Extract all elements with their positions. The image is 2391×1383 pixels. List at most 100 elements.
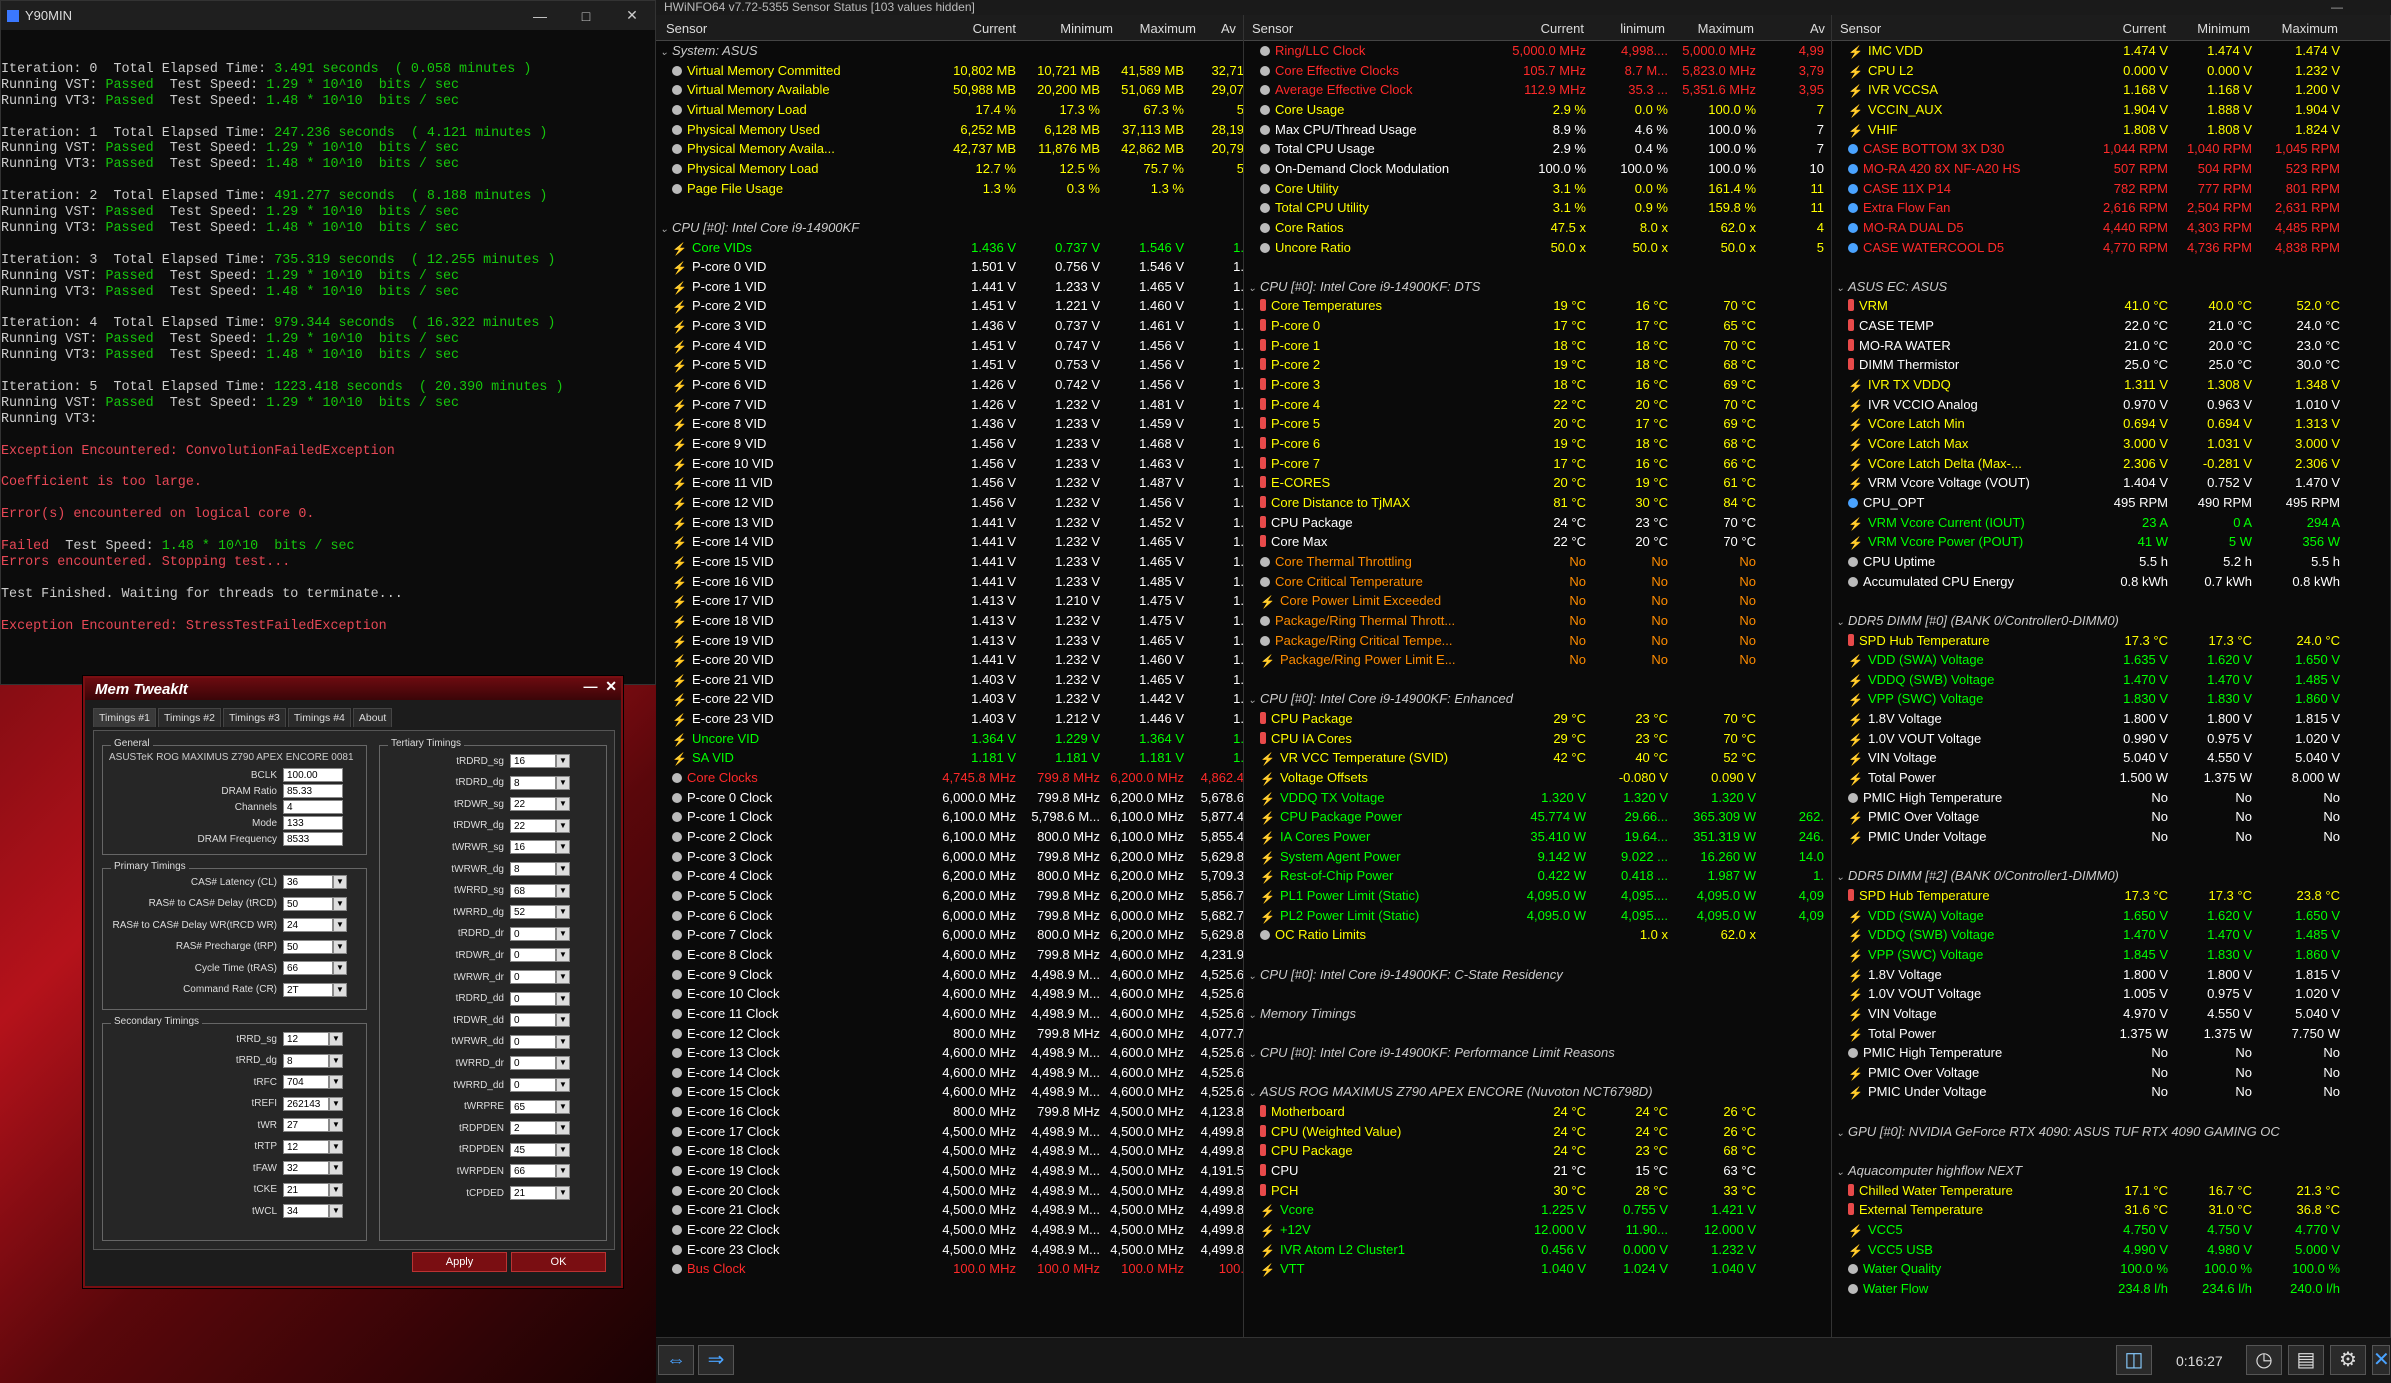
sensor-row[interactable]: SPD Hub Temperature 17.3 °C 17.3 °C 23.8 °C [1832,886,2390,906]
sensor-row[interactable]: ⚡ VCC5 4.750 V 4.750 V 4.770 V [1832,1220,2390,1240]
sensor-row[interactable]: P-core 7 Clock 6,000.0 MHz 800.0 MHz 6,200.… [656,925,1243,945]
dropdown-arrow-icon[interactable]: ▼ [556,1186,570,1200]
sensor-row[interactable]: Core Critical Temperature No No No [1244,572,1831,592]
dropdown-arrow-icon[interactable]: ▼ [556,1013,570,1028]
tab-about[interactable]: About [352,708,393,727]
minimize-icon[interactable]: — [517,8,563,24]
sensor-row[interactable]: Virtual Memory Committed 10,802 MB 10,721 … [656,61,1243,81]
timing-value-field[interactable]: 12 [283,1032,329,1046]
timing-value-field[interactable]: 8 [510,862,556,876]
report-icon[interactable]: ▤ [2288,1345,2324,1375]
sensor-row[interactable]: E-core 13 Clock 4,600.0 MHz 4,498.9 M... 4,… [656,1043,1243,1063]
sensor-row[interactable]: E-core 15 Clock 4,600.0 MHz 4,498.9 M... 4,… [656,1082,1243,1102]
expand-icon[interactable]: ⌄ [1836,1124,1848,1144]
sensor-group-header[interactable]: ⌄ GPU [#0]: NVIDIA GeForce RTX 4090: ASUS… [1832,1122,2390,1142]
sensor-row[interactable]: Total CPU Utility 3.1 % 0.9 % 159.8 % 11 [1244,198,1831,218]
sensor-row[interactable]: SPD Hub Temperature 17.3 °C 17.3 °C 24.0 °C [1832,631,2390,651]
sensor-row[interactable]: ⚡ E-core 16 VID 1.441 V 1.233 V 1.485 V 1. [656,572,1243,592]
expand-icon[interactable]: ⌄ [1248,1045,1260,1065]
sensor-row[interactable]: Accumulated CPU Energy 0.8 kWh 0.7 kWh 0.8 … [1832,572,2390,592]
sensor-row[interactable]: Physical Memory Load 12.7 % 12.5 % 75.7 % 5 [656,159,1243,179]
sensor-row[interactable]: Average Effective Clock 112.9 MHz 35.3 ...… [1244,80,1831,100]
sensor-row[interactable]: ⚡ Core VIDs 1.436 V 0.737 V 1.546 V 1. [656,238,1243,258]
timing-value-field[interactable]: 27 [283,1118,329,1132]
sensor-row[interactable]: P-core 1 Clock 6,100.0 MHz 5,798.6 M... 6,1… [656,807,1243,827]
timing-value-field[interactable]: 0 [510,991,556,1006]
sensor-row[interactable]: ⚡ +12V 12.000 V 11.90... 12.000 V [1244,1220,1831,1240]
timing-value-field[interactable]: 704 [283,1075,329,1089]
header-current[interactable]: Current [1504,21,1584,36]
sensor-row[interactable]: ⚡ System Agent Power 9.142 W 9.022 ... 16.26… [1244,847,1831,867]
close-icon[interactable]: — ✕ [583,678,617,695]
sensor-row[interactable]: Core Temperatures 19 °C 16 °C 70 °C [1244,296,1831,316]
timing-value-field[interactable]: 52 [510,905,556,920]
timing-value-field[interactable]: 85.33 [283,784,343,798]
dropdown-arrow-icon[interactable]: ▼ [329,1204,343,1218]
timing-value-field[interactable]: 2T [283,982,333,997]
dropdown-arrow-icon[interactable]: ▼ [556,1034,570,1049]
sensor-row[interactable]: ⚡ E-core 15 VID 1.441 V 1.233 V 1.465 V 1. [656,552,1243,572]
header-sensor[interactable]: Sensor [1840,21,1881,36]
header-maximum[interactable]: Maximum [2260,21,2338,36]
sensor-row[interactable]: ⚡ VPP (SWC) Voltage 1.845 V 1.830 V 1.860 V [1832,945,2390,965]
sensor-row[interactable]: Total CPU Usage 2.9 % 0.4 % 100.0 % 7 [1244,139,1831,159]
sensor-row[interactable]: CASE BOTTOM 3X D30 1,044 RPM 1,040 RPM 1,04… [1832,139,2390,159]
dropdown-arrow-icon[interactable]: ▼ [556,991,570,1006]
dropdown-arrow-icon[interactable]: ▼ [333,875,347,889]
sensor-row[interactable]: ⚡ P-core 7 VID 1.426 V 1.232 V 1.481 V 1. [656,395,1243,415]
sensor-row[interactable]: E-core 8 Clock 4,600.0 MHz 799.8 MHz 4,600.… [656,945,1243,965]
sensor-row[interactable]: ⚡ E-core 14 VID 1.441 V 1.232 V 1.465 V 1. [656,532,1243,552]
maximize-icon[interactable]: □ [563,8,609,24]
timing-value-field[interactable]: 45 [510,1142,556,1157]
sensor-row[interactable]: ⚡ IVR VCCIO Analog 0.970 V 0.963 V 1.010 V [1832,395,2390,415]
sensor-row[interactable]: ⚡ E-core 12 VID 1.456 V 1.232 V 1.456 V 1. [656,493,1243,513]
tab-timings-1[interactable]: Timings #1 [93,708,156,727]
sensor-row[interactable]: ⚡ IA Cores Power 35.410 W 19.64... 351.319 W… [1244,827,1831,847]
timing-value-field[interactable]: 0 [510,1013,556,1028]
sensor-row[interactable]: CPU IA Cores 29 °C 23 °C 70 °C [1244,729,1831,749]
sensor-row[interactable]: On-Demand Clock Modulation 100.0 % 100.0 %… [1244,159,1831,179]
sensor-row[interactable]: MO-RA WATER 21.0 °C 20.0 °C 23.0 °C [1832,336,2390,356]
sensor-row[interactable]: ⚡ PMIC Under Voltage No No No [1832,1082,2390,1102]
sensor-row[interactable]: Motherboard 24 °C 24 °C 26 °C [1244,1102,1831,1122]
sensor-row[interactable]: E-core 14 Clock 4,600.0 MHz 4,498.9 M... 4,… [656,1063,1243,1083]
timing-value-field[interactable]: 22 [510,797,556,812]
timing-value-field[interactable]: 0 [510,1056,556,1071]
tab-timings-3[interactable]: Timings #3 [222,708,286,727]
timing-value-field[interactable]: 66 [283,961,333,975]
timing-value-field[interactable]: 133 [283,816,343,830]
sensor-row[interactable]: E-core 9 Clock 4,600.0 MHz 4,498.9 M... 4,6… [656,965,1243,985]
ok-button[interactable]: OK [511,1252,606,1272]
sensor-row[interactable]: OC Ratio Limits 1.0 x 62.0 x [1244,925,1831,945]
dropdown-arrow-icon[interactable]: ▼ [329,1032,343,1046]
timing-value-field[interactable]: 34 [283,1204,329,1218]
sensor-row[interactable]: ⚡ IVR Atom L2 Cluster1 0.456 V 0.000 V 1.232… [1244,1240,1831,1260]
timing-value-field[interactable]: 21 [510,1186,556,1200]
tab-timings-2[interactable]: Timings #2 [157,708,221,727]
sensor-group-header[interactable]: ⌄ DDR5 DIMM [#2] (BANK 0/Controller1-DIMM… [1832,866,2390,886]
sensor-row[interactable]: ⚡ Package/Ring Power Limit E... No No No [1244,650,1831,670]
header-minimum[interactable]: linimum [1589,21,1665,36]
sensor-row[interactable]: ⚡ Voltage Offsets -0.080 V 0.090 V [1244,768,1831,788]
sensor-group-header[interactable]: ⌄ CPU [#0]: Intel Core i9-14900KF: C-Stat… [1244,965,1831,985]
sensor-row[interactable]: PCH 30 °C 28 °C 33 °C [1244,1181,1831,1201]
sensor-row[interactable]: P-core 6 19 °C 18 °C 68 °C [1244,434,1831,454]
sensor-row[interactable]: CPU 21 °C 15 °C 63 °C [1244,1161,1831,1181]
sensor-row[interactable]: ⚡ VIN Voltage 4.970 V 4.550 V 5.040 V [1832,1004,2390,1024]
header-sensor[interactable]: Sensor [1252,21,1293,36]
sensor-row[interactable]: External Temperature 31.6 °C 31.0 °C 36.8 °… [1832,1200,2390,1220]
sensor-row[interactable]: Water Flow 234.8 l/h 234.6 l/h 240.0 l/h [1832,1279,2390,1299]
timing-value-field[interactable]: 24 [283,918,333,932]
dropdown-arrow-icon[interactable]: ▼ [556,862,570,876]
sensor-row[interactable]: Core Effective Clocks 105.7 MHz 8.7 M... 5,… [1244,61,1831,81]
dropdown-arrow-icon[interactable]: ▼ [333,961,347,975]
sensor-row[interactable]: Physical Memory Availa... 42,737 MB 11,876… [656,139,1243,159]
sensor-group-header[interactable]: ⌄ ASUS ROG MAXIMUS Z790 APEX ENCORE (Nuvo… [1244,1082,1831,1102]
sensor-row[interactable]: Core Distance to TjMAX 81 °C 30 °C 84 °C [1244,493,1831,513]
sensor-row[interactable]: ⚡ E-core 10 VID 1.456 V 1.233 V 1.463 V 1. [656,454,1243,474]
dropdown-arrow-icon[interactable]: ▼ [556,970,570,984]
close-icon[interactable]: ✕ [2372,1345,2390,1375]
dropdown-arrow-icon[interactable]: ▼ [556,818,570,833]
timing-value-field[interactable]: 0 [510,1078,556,1092]
expand-icon[interactable]: ⌄ [1248,1006,1260,1026]
